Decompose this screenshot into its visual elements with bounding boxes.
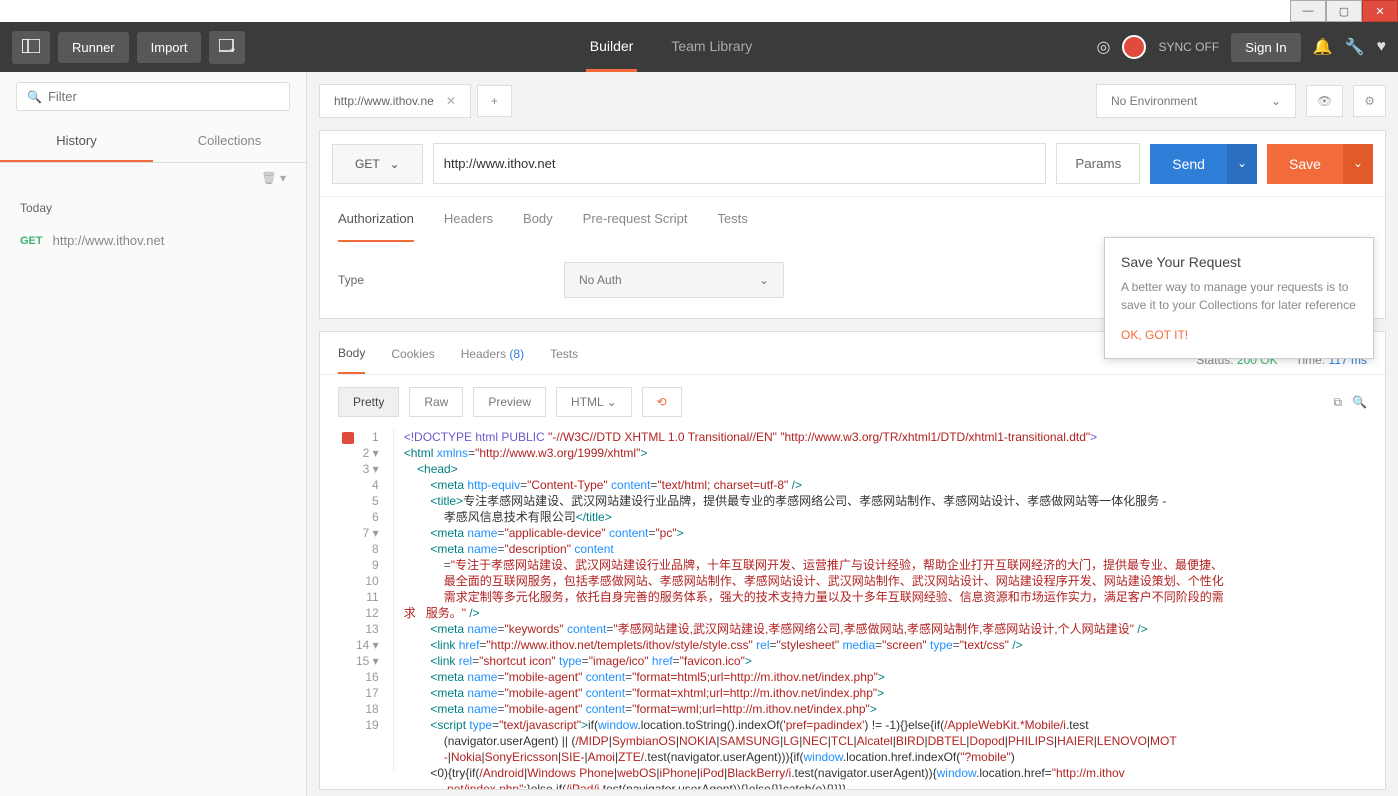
history-item[interactable]: GET http://www.ithov.net [0,223,306,258]
request-tab[interactable]: http://www.ithov.ne ✕ [319,84,471,118]
save-dropdown[interactable]: ⌄ [1343,144,1373,184]
resp-tab-headers[interactable]: Headers (8) [461,347,524,373]
subtab-headers[interactable]: Headers [444,197,493,242]
request-tab-label: http://www.ithov.ne [334,94,434,108]
trash-icon[interactable]: 🗑 ▾ [261,171,286,185]
filter-box[interactable]: 🔍 [16,82,290,111]
auth-selected: No Auth [579,273,622,287]
sidebar: 🔍 History Collections 🗑 ▾ Today GET http… [0,72,307,796]
chevron-down-icon: ⌄ [1271,94,1281,108]
bell-icon[interactable]: 🔔 [1313,37,1333,57]
content-area: No Environment ⌄ 👁 ⚙ http://www.ithov.ne… [307,72,1398,796]
resp-tab-cookies[interactable]: Cookies [391,347,434,373]
sync-badge-icon [1122,35,1146,59]
maximize-button[interactable]: ▢ [1326,0,1362,22]
new-tab-button[interactable]: + [477,85,512,117]
runner-button[interactable]: Runner [58,32,129,63]
resp-tab-body[interactable]: Body [338,346,365,374]
app-header: Runner Import + Builder Team Library ◎ S… [0,22,1398,72]
toggle-sidebar-button[interactable] [12,31,50,64]
heart-icon[interactable]: ♥ [1377,38,1387,56]
popover-title: Save Your Request [1121,254,1357,270]
popover-body: A better way to manage your requests is … [1121,278,1357,314]
save-button[interactable]: Save [1267,144,1343,184]
auth-type-label: Type [338,273,364,287]
sidebar-tab-collections[interactable]: Collections [153,121,306,162]
search-response-icon[interactable]: 🔍 [1352,395,1367,410]
method-select[interactable]: GET ⌄ [332,144,423,184]
history-section-today: Today [0,193,306,223]
response-body[interactable]: 12 ▾3 ▾4567 ▾891011121314 ▾15 ▾16171819 … [320,429,1385,789]
chevron-down-icon: ⌄ [390,157,400,171]
close-tab-icon[interactable]: ✕ [446,94,456,108]
popover-ok-button[interactable]: OK, GOT IT! [1121,328,1188,342]
minimize-button[interactable]: — [1290,0,1326,22]
wrench-icon[interactable]: 🔧 [1345,37,1365,57]
url-input[interactable] [433,143,1047,184]
environment-preview-button[interactable]: 👁 [1306,85,1343,117]
chevron-down-icon: ⌄ [759,273,769,287]
lang-select[interactable]: HTML ⌄ [556,387,632,417]
tab-builder[interactable]: Builder [586,23,638,72]
signin-button[interactable]: Sign In [1231,33,1301,62]
sidebar-icon [22,39,40,53]
filter-input[interactable] [48,89,279,104]
sync-status: SYNC OFF [1158,40,1219,54]
view-raw[interactable]: Raw [409,387,463,417]
wrap-lines-button[interactable]: ⟲ [642,387,682,417]
copy-icon[interactable]: ⧉ [1333,395,1342,410]
new-window-button[interactable]: + [209,31,245,64]
environment-label: No Environment [1111,94,1197,108]
history-method: GET [20,235,43,247]
environment-select[interactable]: No Environment ⌄ [1096,84,1296,118]
resp-tab-tests[interactable]: Tests [550,347,578,373]
satellite-icon[interactable]: ◎ [1097,37,1111,57]
new-window-icon: + [219,39,235,53]
close-button[interactable]: ✕ [1362,0,1398,22]
import-button[interactable]: Import [137,32,202,63]
send-button[interactable]: Send [1150,144,1227,184]
tab-team-library[interactable]: Team Library [667,23,756,72]
method-label: GET [355,157,380,171]
svg-text:+: + [230,45,235,53]
params-button[interactable]: Params [1056,143,1140,184]
environment-settings-button[interactable]: ⚙ [1353,85,1386,117]
view-pretty[interactable]: Pretty [338,387,399,417]
save-request-popover: Save Your Request A better way to manage… [1104,237,1374,359]
sidebar-tab-history[interactable]: History [0,121,153,162]
subtab-body[interactable]: Body [523,197,553,242]
auth-type-select[interactable]: No Auth ⌄ [564,262,784,298]
view-preview[interactable]: Preview [473,387,546,417]
history-url: http://www.ithov.net [53,233,165,248]
send-dropdown[interactable]: ⌄ [1227,144,1257,184]
headers-count: (8) [509,347,524,361]
subtab-authorization[interactable]: Authorization [338,197,414,242]
subtab-prerequest[interactable]: Pre-request Script [583,197,688,242]
subtab-tests[interactable]: Tests [717,197,747,242]
search-icon: 🔍 [27,90,42,104]
